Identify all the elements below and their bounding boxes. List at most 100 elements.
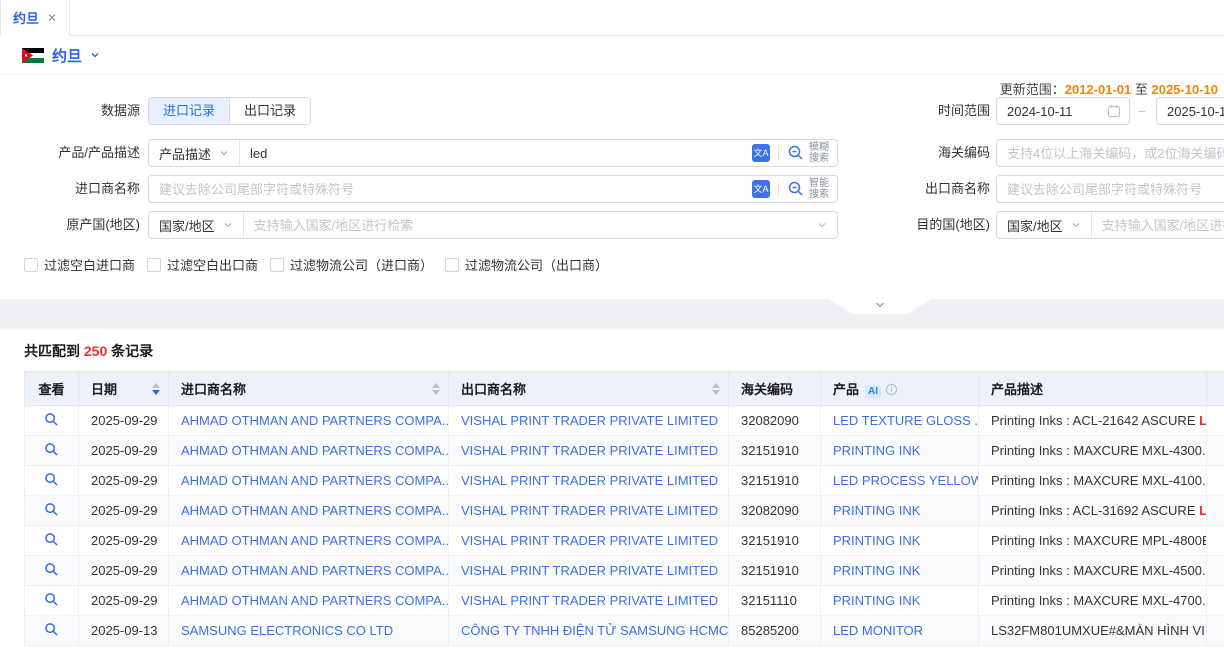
checkbox-icon[interactable] [445,258,459,272]
destination-type-select[interactable]: 国家/地区 [997,212,1092,238]
info-icon[interactable] [885,383,898,396]
importer-link[interactable]: AHMAD OTHMAN AND PARTNERS COMPA... [181,413,449,428]
origin-type-select[interactable]: 国家/地区 [149,212,244,238]
update-range-end: 2025-10-10 [1152,82,1219,97]
header-date[interactable]: 日期 [79,372,169,406]
importer-input[interactable] [149,176,752,202]
filter-checkbox-row: 过滤空白进口商 过滤空白出口商 过滤物流公司（进口商） 过滤物流公司（出口商） [24,255,608,274]
caret-down-icon[interactable] [152,390,160,395]
table-header-row: 查看 日期 进口商名称 出口商名称 海关编码 产品AI 产品描述 [25,372,1224,406]
checkbox-filter-blank-exporter[interactable]: 过滤空白出口商 [147,255,258,274]
view-record-button[interactable] [44,592,59,607]
product-link[interactable]: PRINTING INK [833,563,920,578]
chevron-down-icon [223,220,233,230]
header-importer[interactable]: 进口商名称 [169,372,449,406]
origin-country-input[interactable] [244,212,817,238]
translate-icon[interactable]: 文A [752,180,770,198]
header-exporter[interactable]: 出口商名称 [449,372,729,406]
cell-date: 2025-09-29 [79,526,169,556]
checkbox-icon[interactable] [24,258,38,272]
fuzzy-search-line2: 搜索 [809,153,829,164]
importer-link[interactable]: AHMAD OTHMAN AND PARTNERS COMPA... [181,473,449,488]
close-icon[interactable]: ✕ [47,11,57,25]
checkbox-label: 过滤物流公司（进口商） [290,255,433,274]
view-record-button[interactable] [44,442,59,457]
tab-jordan[interactable]: 约旦 ✕ [0,0,70,36]
time-range-label: 时间范围 [840,97,990,125]
exporter-link[interactable]: CÔNG TY TNHH ĐIỆN TỬ SAMSUNG HCMC... [461,623,729,638]
smart-search-button[interactable]: 智能 搜索 [779,176,837,202]
view-record-button[interactable] [44,532,59,547]
importer-link[interactable]: AHMAD OTHMAN AND PARTNERS COMPA... [181,443,449,458]
cell-hs-code: 32151110 [729,586,821,616]
panel-separator [0,299,1224,329]
destination-field-group: 国家/地区 [996,211,1224,239]
table-row: 2025-09-29 AHMAD OTHMAN AND PARTNERS COM… [25,466,1224,496]
cell-hs-code: 32082090 [729,496,821,526]
date-end-input[interactable] [1167,104,1224,119]
cell-description: Printing Inks : MAXCURE MXL-4300... [979,436,1207,466]
product-link[interactable]: LED TEXTURE GLOSS ... [833,413,979,428]
date-end-field[interactable] [1156,97,1224,125]
product-link[interactable]: LED MONITOR [833,623,923,638]
collapse-filters-button[interactable] [828,299,932,314]
exporter-link[interactable]: VISHAL PRINT TRADER PRIVATE LIMITED [461,413,718,428]
hs-code-input[interactable] [997,140,1224,166]
importer-link[interactable]: SAMSUNG ELECTRONICS CO LTD [181,623,393,638]
exporter-link[interactable]: VISHAL PRINT TRADER PRIVATE LIMITED [461,533,718,548]
sort-date[interactable] [152,383,160,395]
checkbox-icon[interactable] [147,258,161,272]
exporter-link[interactable]: VISHAL PRINT TRADER PRIVATE LIMITED [461,593,718,608]
cell-description: Printing Inks : MAXCURE MXL-4700... [979,586,1207,616]
view-record-button[interactable] [44,622,59,637]
view-record-button[interactable] [44,502,59,517]
caret-up-icon[interactable] [432,383,440,388]
product-input[interactable] [240,140,752,166]
view-record-button[interactable] [44,562,59,577]
importer-link[interactable]: AHMAD OTHMAN AND PARTNERS COMPA... [181,503,449,518]
view-record-button[interactable] [44,472,59,487]
update-range-start: 2012-01-01 [1065,82,1132,97]
caret-down-icon[interactable] [712,390,720,395]
translate-icon[interactable]: 文A [752,144,770,162]
exporter-link[interactable]: VISHAL PRINT TRADER PRIVATE LIMITED [461,503,718,518]
tab-import-records[interactable]: 进口记录 [149,98,229,124]
records-table: 查看 日期 进口商名称 出口商名称 海关编码 产品AI 产品描述 2025-09… [24,371,1224,646]
date-start-field[interactable] [996,97,1130,125]
product-link[interactable]: PRINTING INK [833,503,920,518]
checkbox-filter-logistics-importer[interactable]: 过滤物流公司（进口商） [270,255,433,274]
caret-up-icon[interactable] [152,383,160,388]
exporter-input[interactable] [997,176,1224,202]
results-panel: 共匹配到 250 条记录 查看 日期 进口商名称 出口商名称 海关编码 产品AI… [0,329,1224,648]
checkbox-filter-blank-importer[interactable]: 过滤空白进口商 [24,255,135,274]
sort-exporter[interactable] [712,383,720,395]
product-link[interactable]: PRINTING INK [833,533,920,548]
product-link[interactable]: LED PROCESS YELLOW... [833,473,979,488]
checkbox-filter-logistics-exporter[interactable]: 过滤物流公司（出口商） [445,255,608,274]
caret-up-icon[interactable] [712,383,720,388]
product-field-group: 产品描述 文A 模糊 搜索 [148,139,838,167]
sort-importer[interactable] [432,383,440,395]
importer-link[interactable]: AHMAD OTHMAN AND PARTNERS COMPA... [181,593,449,608]
datasource-label: 数据源 [0,97,140,125]
checkbox-icon[interactable] [270,258,284,272]
caret-down-icon[interactable] [432,390,440,395]
country-name[interactable]: 约旦 [52,45,82,66]
importer-link[interactable]: AHMAD OTHMAN AND PARTNERS COMPA... [181,563,449,578]
destination-country-input[interactable] [1092,212,1224,238]
chevron-down-icon[interactable] [817,220,827,230]
exporter-link[interactable]: VISHAL PRINT TRADER PRIVATE LIMITED [461,473,718,488]
view-record-button[interactable] [44,412,59,427]
date-start-input[interactable] [1007,104,1101,119]
product-link[interactable]: PRINTING INK [833,593,920,608]
importer-link[interactable]: AHMAD OTHMAN AND PARTNERS COMPA... [181,533,449,548]
product-type-select[interactable]: 产品描述 [149,140,240,166]
fuzzy-search-button[interactable]: 模糊 搜索 [779,140,837,166]
table-row: 2025-09-29 AHMAD OTHMAN AND PARTNERS COM… [25,436,1224,466]
exporter-link[interactable]: VISHAL PRINT TRADER PRIVATE LIMITED [461,563,718,578]
tab-export-records[interactable]: 出口记录 [229,98,310,124]
product-link[interactable]: PRINTING INK [833,443,920,458]
chevron-down-icon[interactable] [90,50,100,60]
highlighted-term: LE [1199,413,1206,428]
exporter-link[interactable]: VISHAL PRINT TRADER PRIVATE LIMITED [461,443,718,458]
